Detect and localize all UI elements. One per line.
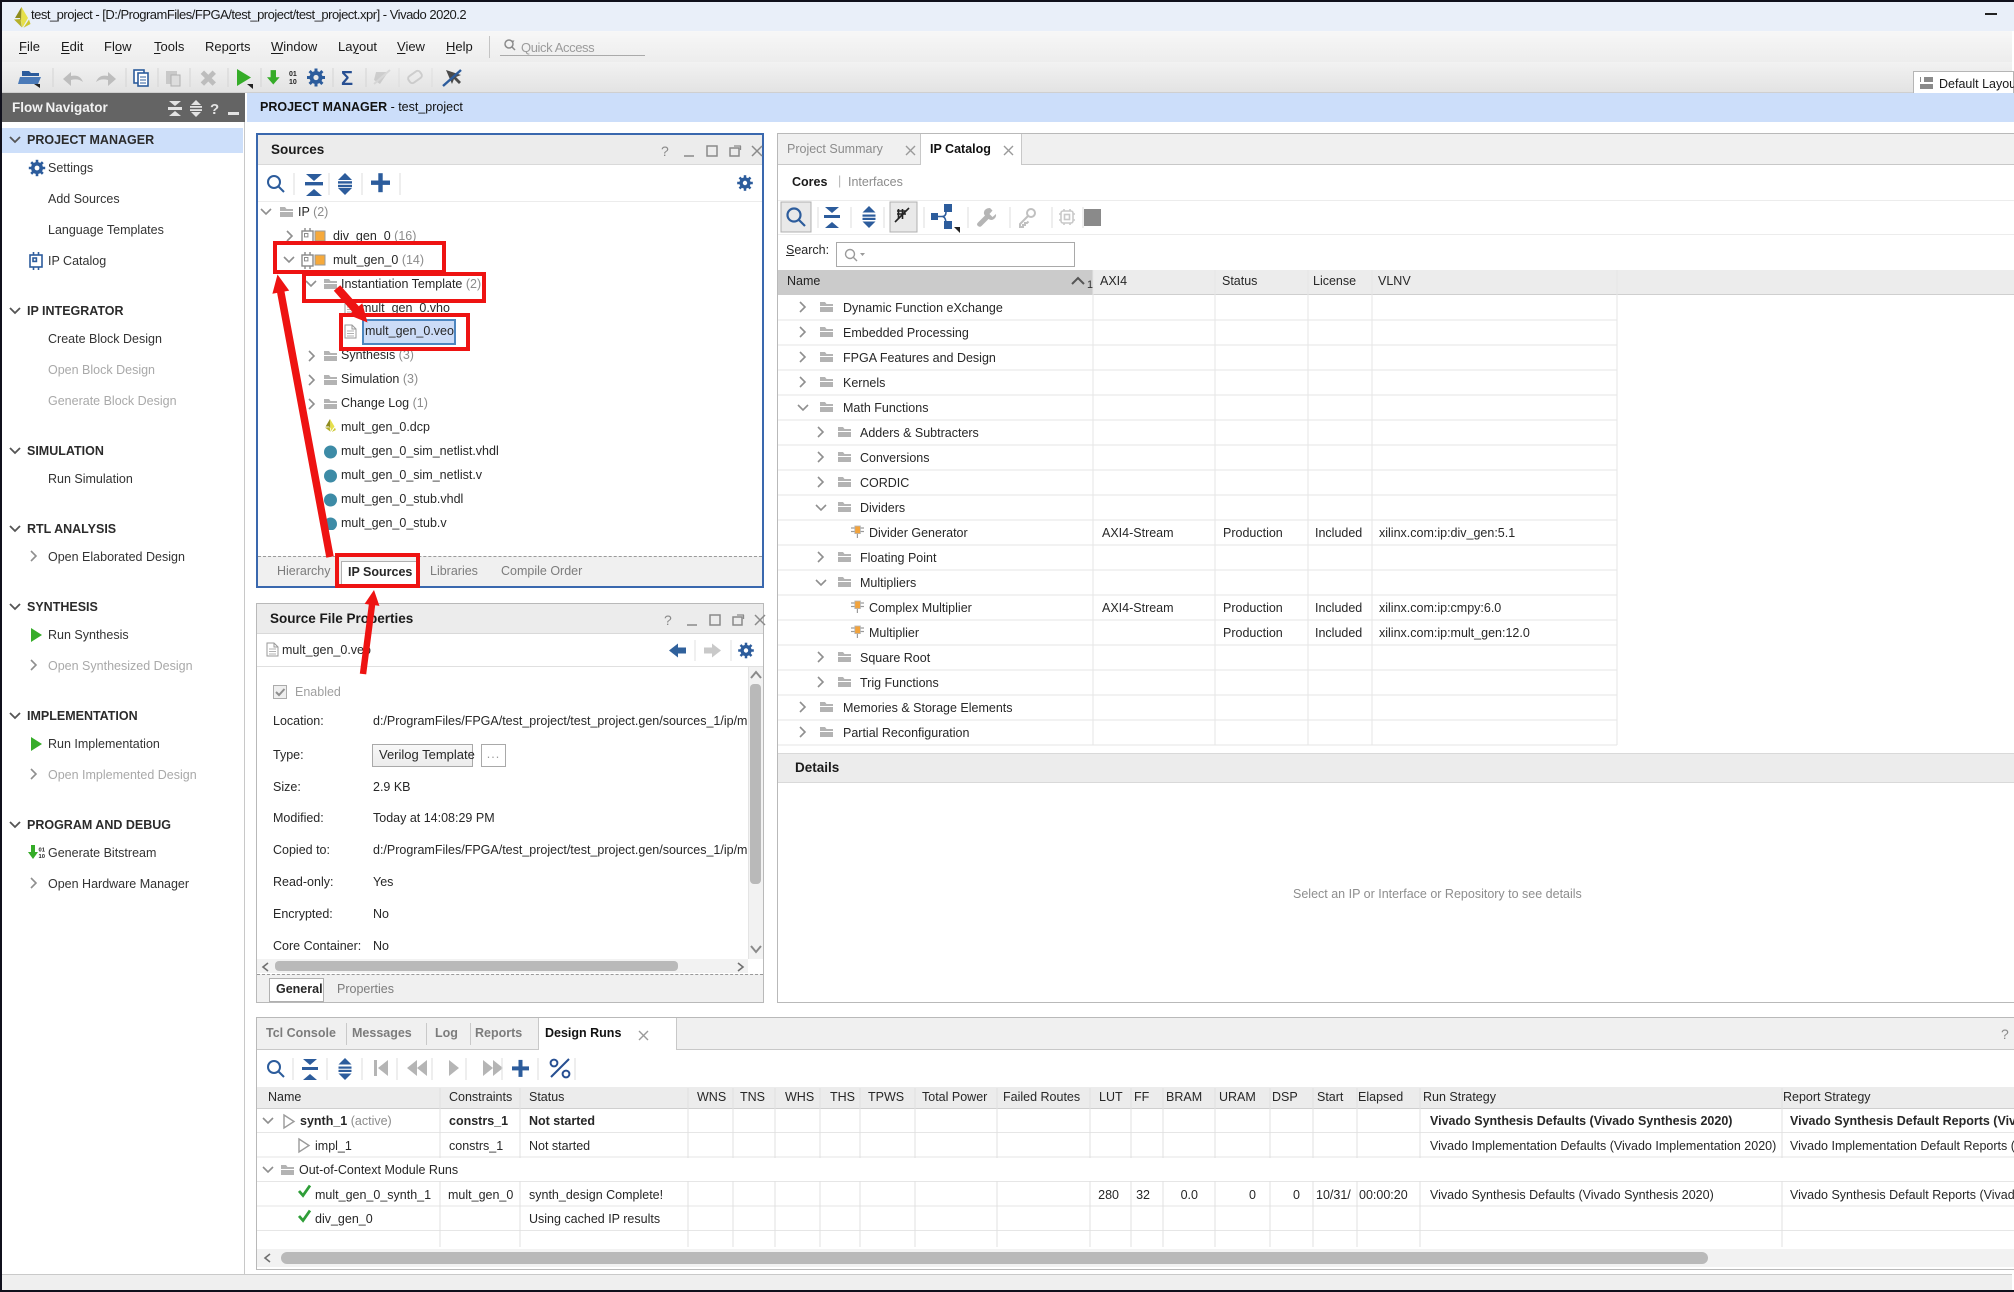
svg-text:01: 01 [39,848,46,854]
svg-text:?: ? [664,612,672,628]
svg-text:?: ? [661,143,669,159]
svg-text:01: 01 [289,71,297,78]
svg-text:Σ: Σ [341,68,353,90]
svg-text:?: ? [210,101,219,118]
svg-text:10: 10 [39,854,45,860]
svg-text:10: 10 [289,79,297,86]
